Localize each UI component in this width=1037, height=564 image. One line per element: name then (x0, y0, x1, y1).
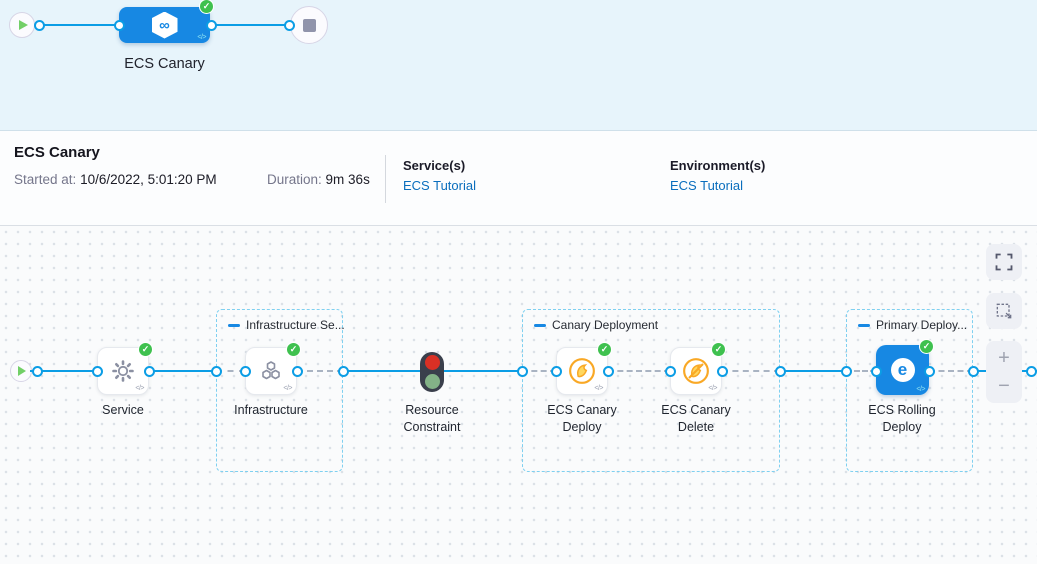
success-check-icon: ✓ (199, 0, 214, 14)
connector-line (780, 370, 846, 372)
environments-link[interactable]: ECS Tutorial (670, 178, 765, 193)
run-title: ECS Canary (14, 144, 100, 161)
fit-to-screen-icon (994, 252, 1014, 272)
success-check-icon: ✓ (286, 342, 301, 357)
connector-port (968, 366, 979, 377)
success-check-icon: ✓ (138, 342, 153, 357)
infrastructure-icon (258, 358, 284, 384)
connector-line-dashed (297, 370, 343, 372)
connector-port (1026, 366, 1037, 377)
run-pipeline-button[interactable] (9, 12, 35, 38)
group-collapse-toggle[interactable]: Canary Deployment (534, 318, 658, 332)
connector-port (841, 366, 852, 377)
services-label: Service(s) (403, 158, 476, 173)
pipeline-stage-icon: ∞ (152, 12, 178, 39)
code-toggle-icon: </> (283, 385, 292, 392)
step-service[interactable]: ✓ </> (97, 347, 149, 395)
red-signal-icon (425, 355, 440, 370)
play-icon (18, 366, 26, 376)
marquee-select-icon (994, 301, 1014, 321)
step-ecs-canary-delete[interactable]: ✓ </> (670, 347, 722, 395)
connector-line (39, 24, 119, 26)
stop-icon (303, 19, 316, 32)
environments-column: Environment(s) ECS Tutorial (670, 158, 765, 193)
connector-port (871, 366, 882, 377)
success-check-icon: ✓ (597, 342, 612, 357)
duration: Duration: 9m 36s (267, 172, 370, 187)
run-details-bar: ECS Canary Started at: 10/6/2022, 5:01:2… (0, 131, 1037, 226)
connector-port (292, 366, 303, 377)
connector-port (144, 366, 155, 377)
connector-line (149, 370, 217, 372)
success-check-icon: ✓ (711, 342, 726, 357)
connector-port (924, 366, 935, 377)
group-title: Infrastructure Se... (246, 318, 345, 332)
stop-pipeline-button[interactable] (290, 6, 328, 44)
connector-port (603, 366, 614, 377)
connector-port (211, 366, 222, 377)
connector-port (338, 366, 349, 377)
step-resource-constraint[interactable] (420, 352, 444, 392)
stage-node-ecs-canary[interactable]: ∞ ✓ </> (119, 7, 210, 43)
connector-line-dashed (722, 370, 780, 372)
connector-port (32, 366, 43, 377)
connector-port (34, 20, 45, 31)
code-toggle-icon: </> (916, 386, 925, 393)
code-toggle-icon: </> (135, 385, 144, 392)
code-toggle-icon: </> (594, 385, 603, 392)
step-ecs-rolling-deploy[interactable]: e ✓ </> (876, 345, 929, 395)
connector-port (206, 20, 217, 31)
step-ecs-canary-deploy[interactable]: ✓ </> (556, 347, 608, 395)
connector-port (240, 366, 251, 377)
group-title: Primary Deploy... (876, 318, 967, 332)
connector-port (551, 366, 562, 377)
fit-to-screen-button[interactable] (986, 244, 1022, 280)
connector-line (211, 24, 289, 26)
divider (385, 155, 386, 203)
environments-label: Environment(s) (670, 158, 765, 173)
step-label: Resource Constraint (389, 402, 475, 436)
code-toggle-icon: </> (197, 34, 206, 41)
group-collapse-toggle[interactable]: Infrastructure Se... (228, 318, 345, 332)
step-label: ECS Rolling Deploy (859, 402, 945, 436)
connector-port (114, 20, 125, 31)
group-title: Canary Deployment (552, 318, 658, 332)
connector-port (517, 366, 528, 377)
graph-start-node[interactable] (10, 360, 32, 382)
marquee-select-button[interactable] (986, 293, 1022, 329)
ecs-rolling-icon: e (891, 358, 915, 382)
play-icon (19, 20, 28, 30)
execution-graph-canvas[interactable]: Infrastructure Se... Canary Deployment P… (0, 226, 1037, 564)
canary-delete-icon (682, 357, 710, 385)
zoom-controls: + − (986, 341, 1022, 403)
step-label: ECS Canary Delete (653, 402, 739, 436)
collapse-minus-icon (858, 324, 870, 327)
zoom-out-button[interactable]: − (998, 376, 1010, 396)
stage-overview-strip: ∞ ✓ </> ECS Canary (0, 0, 1037, 131)
green-signal-icon (425, 374, 440, 389)
stage-name-label: ECS Canary (107, 56, 222, 72)
started-at: Started at: 10/6/2022, 5:01:20 PM (14, 172, 217, 187)
connector-port (665, 366, 676, 377)
connector-line-dashed (608, 370, 670, 372)
collapse-minus-icon (228, 324, 240, 327)
zoom-in-button[interactable]: + (998, 348, 1010, 368)
services-column: Service(s) ECS Tutorial (403, 158, 476, 193)
connector-port (717, 366, 728, 377)
canary-deploy-icon (568, 357, 596, 385)
step-label: Infrastructure (228, 402, 314, 419)
code-toggle-icon: </> (708, 385, 717, 392)
step-infrastructure[interactable]: ✓ </> (245, 347, 297, 395)
connector-port (284, 20, 295, 31)
connector-port (775, 366, 786, 377)
success-check-icon: ✓ (919, 339, 934, 354)
collapse-minus-icon (534, 324, 546, 327)
connector-line-dashed (929, 370, 973, 372)
step-label: Service (80, 402, 166, 419)
gear-icon (111, 359, 135, 383)
connector-port (92, 366, 103, 377)
step-label: ECS Canary Deploy (539, 402, 625, 436)
services-link[interactable]: ECS Tutorial (403, 178, 476, 193)
group-collapse-toggle[interactable]: Primary Deploy... (858, 318, 967, 332)
